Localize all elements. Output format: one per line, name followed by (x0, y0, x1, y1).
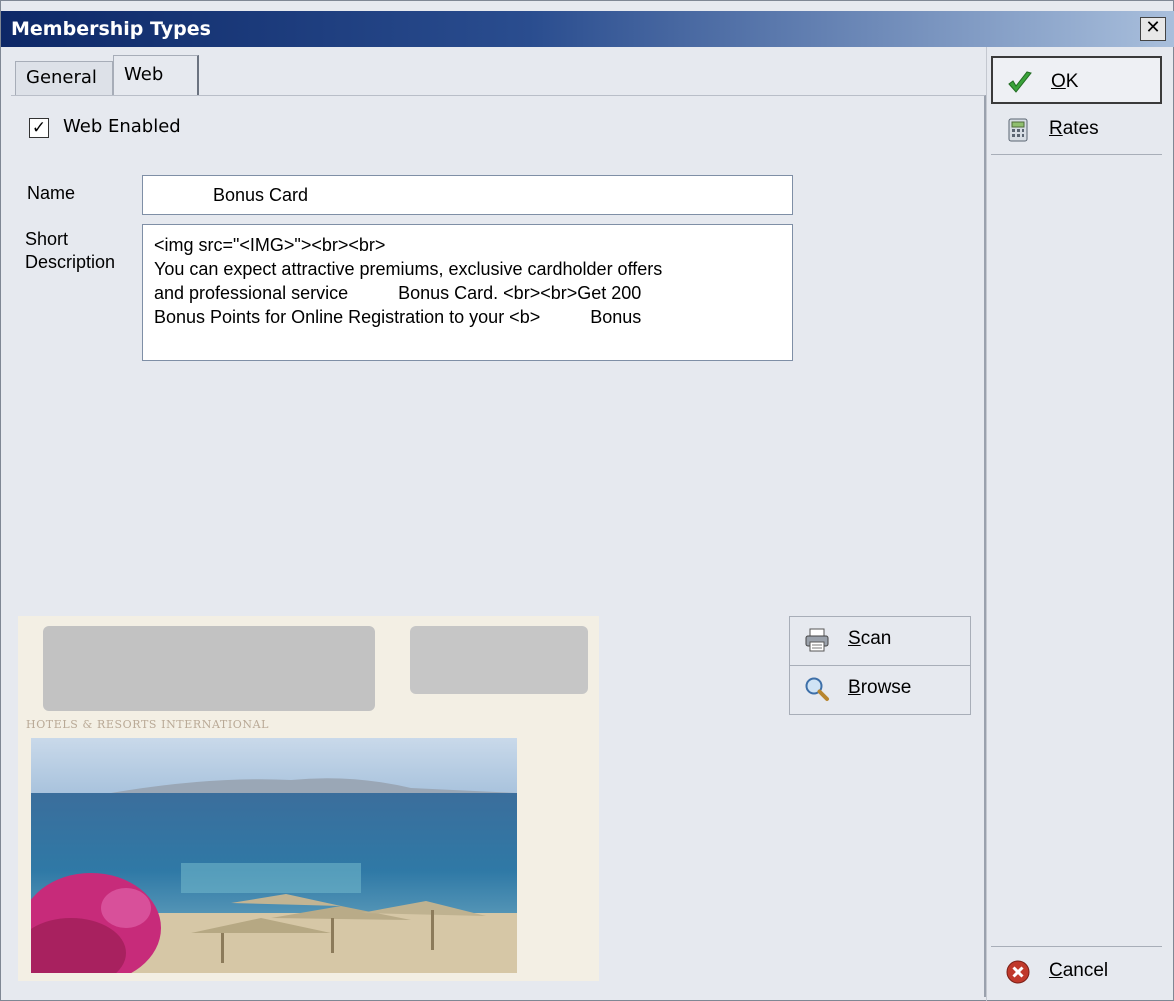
redacted-logo-area (43, 626, 375, 711)
tab-web-label: Web (124, 64, 164, 85)
redacted-logo-area-2 (410, 626, 588, 694)
tab-general-label: General (26, 67, 97, 88)
web-enabled-label: Web Enabled (63, 116, 181, 137)
name-label: Name (27, 183, 76, 203)
beach-photo (31, 738, 517, 973)
tab-web[interactable]: Web (113, 55, 199, 95)
membership-types-window: Membership Types ✕ General Web ✓ Web Ena… (0, 0, 1174, 1001)
checkmark-icon (1008, 71, 1032, 93)
printer-icon (805, 628, 829, 652)
web-enabled-checkbox[interactable]: ✓ (29, 118, 49, 138)
rates-button[interactable]: Rates (991, 105, 1162, 155)
cancel-label: Cancel (1049, 960, 1109, 981)
short-description-textarea[interactable]: <img src="<IMG>"><br><br> You can expect… (142, 224, 793, 361)
magnifier-icon (805, 677, 829, 701)
command-sidebar (986, 47, 1174, 1001)
close-button[interactable]: ✕ (1140, 17, 1166, 41)
name-input[interactable]: Bonus Card (142, 175, 793, 215)
browse-label: Browse (848, 677, 912, 698)
calculator-icon (1008, 118, 1028, 142)
short-description-label: Short Description (25, 229, 116, 272)
browse-button[interactable]: Browse (789, 665, 971, 715)
cancel-icon (1006, 960, 1030, 984)
scan-label: Scan (848, 628, 892, 649)
membership-card-image: HOTELS & RESORTS INTERNATIONAL (18, 616, 599, 981)
rates-label: Rates (1049, 118, 1099, 139)
window-title: Membership Types (11, 18, 211, 40)
image-caption: HOTELS & RESORTS INTERNATIONAL (26, 718, 270, 731)
checkmark-icon: ✓ (31, 118, 47, 138)
scan-button[interactable]: Scan (789, 616, 971, 666)
close-icon: ✕ (1145, 17, 1161, 38)
cancel-button[interactable]: Cancel (991, 946, 1162, 998)
tab-general[interactable]: General (15, 61, 113, 95)
ok-button[interactable]: OK (991, 56, 1162, 104)
ok-label: OK (1051, 71, 1079, 92)
title-bar[interactable]: Membership Types (1, 11, 1174, 47)
